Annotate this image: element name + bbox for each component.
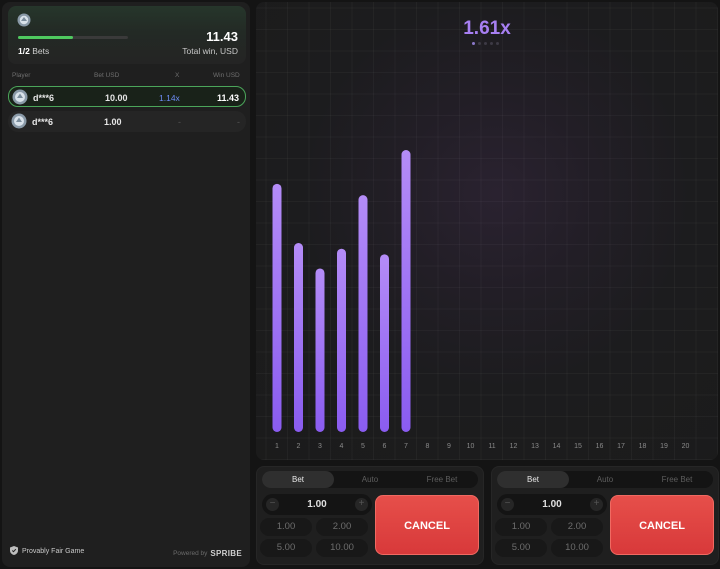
player-name: d***6 <box>32 117 54 127</box>
cashout-multiplier: - <box>178 117 181 127</box>
total-win-amount: 11.43 <box>206 29 238 44</box>
total-win-label: Total win, USD <box>182 46 238 56</box>
header-player: Player <box>12 72 31 79</box>
quick-amount-button[interactable]: 2.00 <box>551 518 603 536</box>
tab-bet[interactable]: Bet <box>497 471 569 488</box>
avatar <box>12 89 28 107</box>
bar-2 <box>294 243 303 432</box>
x-tick-label: 16 <box>596 443 604 450</box>
x-tick-label: 8 <box>426 443 430 450</box>
bet-panel-2: Bet Auto Free Bet − 1.00 + 1.00 2.00 5.0… <box>491 466 719 565</box>
tab-auto[interactable]: Auto <box>569 471 641 488</box>
bet-amount-stepper: − 1.00 + <box>497 494 607 515</box>
increase-button[interactable]: + <box>355 498 368 511</box>
bets-progress-bar <box>18 36 128 39</box>
x-tick-label: 15 <box>574 443 582 450</box>
quick-amount-button[interactable]: 10.00 <box>316 539 368 557</box>
quick-amount-button[interactable]: 2.00 <box>316 518 368 536</box>
x-tick-label: 13 <box>531 443 539 450</box>
bar-3 <box>315 268 325 432</box>
shield-icon <box>10 546 18 557</box>
bet-amount: 1.00 <box>104 117 122 127</box>
header-win: Win USD <box>213 72 240 79</box>
quick-amount-button[interactable]: 1.00 <box>260 518 312 536</box>
brand-logo: SPRIBE <box>210 549 242 558</box>
bar-chart: 1 2 3 4 5 6 7 8 9 10 11 12 13 14 15 16 17 18 19 20 <box>272 150 690 450</box>
bets-count: 1/2 Bets <box>18 46 49 56</box>
bets-count-value: 1/2 <box>18 46 30 56</box>
quick-amount-button[interactable]: 5.00 <box>495 539 547 557</box>
x-tick-label: 9 <box>447 443 451 450</box>
header-bet: Bet USD <box>94 72 120 79</box>
x-tick-label: 14 <box>553 443 561 450</box>
x-tick-label: 4 <box>340 443 344 450</box>
header-x: X <box>175 72 180 79</box>
x-tick-label: 19 <box>660 443 668 450</box>
win-amount: 11.43 <box>216 93 239 103</box>
increase-button[interactable]: + <box>590 498 603 511</box>
x-tick-label: 7 <box>404 443 408 450</box>
bets-summary: 1/2 Bets 11.43 Total win, USD <box>8 6 246 64</box>
tab-free-bet[interactable]: Free Bet <box>406 471 478 488</box>
x-tick-label: 18 <box>639 443 647 450</box>
x-tick-label: 12 <box>510 443 518 450</box>
x-tick-label: 6 <box>383 443 387 450</box>
bet-mode-tabs: Bet Auto Free Bet <box>497 471 713 488</box>
x-tick-label: 2 <box>297 443 301 450</box>
cashout-multiplier: 1.14x <box>159 93 180 103</box>
x-tick-label: 1 <box>275 443 279 450</box>
powered-by-label: Powered by <box>173 550 208 557</box>
bar-5 <box>358 195 368 432</box>
bet-amount: 10.00 <box>105 93 128 103</box>
tab-bet[interactable]: Bet <box>262 471 334 488</box>
bets-count-label: Bets <box>32 46 50 56</box>
quick-amount-button[interactable]: 10.00 <box>551 539 603 557</box>
bets-panel: 1/2 Bets 11.43 Total win, USD Player Bet… <box>2 2 250 567</box>
table-row: d***6 1.00 - - <box>8 111 246 132</box>
bar-1 <box>272 183 282 432</box>
avatar <box>11 113 27 131</box>
cancel-button[interactable]: CANCEL <box>610 495 714 555</box>
bar-7 <box>401 150 411 432</box>
bar-6 <box>380 254 389 432</box>
quick-amount-button[interactable]: 1.00 <box>495 518 547 536</box>
x-tick-label: 5 <box>361 443 365 450</box>
game-board: 1.61x 1 2 3 4 5 6 7 8 9 10 11 12 13 14 15 16 17 18 19 20 <box>256 2 718 460</box>
bets-table-header: Player Bet USD X Win USD <box>2 72 250 84</box>
table-row: d***6 10.00 1.14x 11.43 <box>8 86 246 107</box>
x-tick-label: 11 <box>488 443 495 450</box>
x-tick-label: 3 <box>318 443 322 450</box>
cancel-button[interactable]: CANCEL <box>375 495 479 555</box>
tab-auto[interactable]: Auto <box>334 471 406 488</box>
provably-fair-label: Provably Fair Game <box>22 548 85 555</box>
tab-free-bet[interactable]: Free Bet <box>641 471 713 488</box>
bet-panel-1: Bet Auto Free Bet − 1.00 + 1.00 2.00 5.0… <box>256 466 484 565</box>
provably-fair-link[interactable]: Provably Fair Game <box>10 546 84 557</box>
bet-amount-stepper: − 1.00 + <box>262 494 372 515</box>
x-tick-label: 10 <box>467 443 475 450</box>
app-root: 1/2 Bets 11.43 Total win, USD Player Bet… <box>0 0 720 569</box>
quick-amount-button[interactable]: 5.00 <box>260 539 312 557</box>
player-name: d***6 <box>33 93 55 103</box>
progress-fill <box>18 36 73 39</box>
powered-by: Powered by SPRIBE <box>173 549 242 558</box>
win-amount: - <box>237 117 240 127</box>
x-tick-label: 17 <box>617 443 625 450</box>
avatar <box>17 13 31 32</box>
bar-4 <box>337 248 346 432</box>
x-tick-label: 20 <box>682 443 690 450</box>
bet-mode-tabs: Bet Auto Free Bet <box>262 471 478 488</box>
